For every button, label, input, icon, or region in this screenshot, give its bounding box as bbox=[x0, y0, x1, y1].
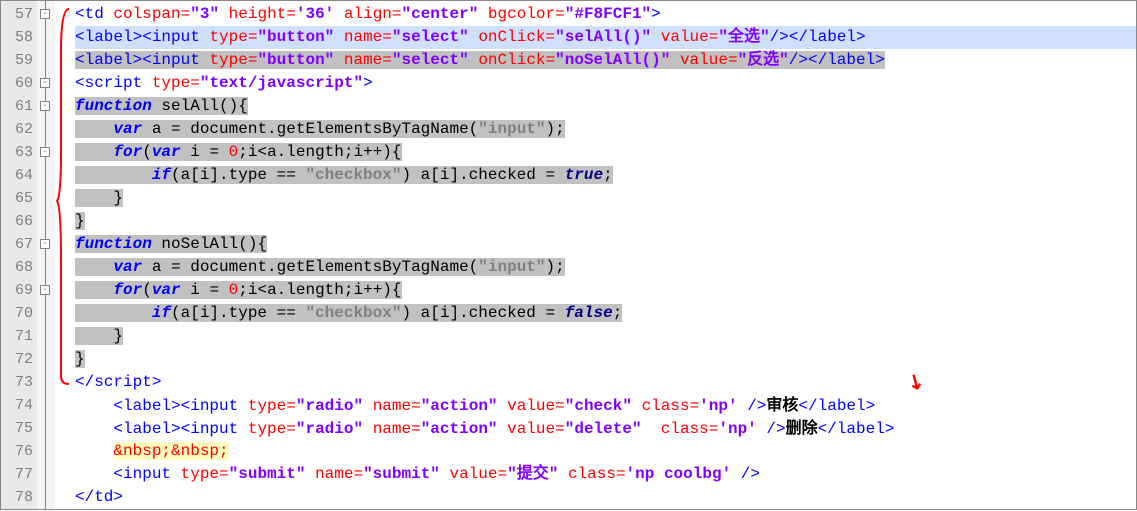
fold-toggle-icon[interactable]: - bbox=[40, 9, 50, 19]
code-line[interactable]: </script> bbox=[75, 371, 1136, 394]
code-line[interactable]: <label><input type="button" name="select… bbox=[75, 26, 1136, 49]
line-number: 72 bbox=[3, 348, 33, 371]
line-number: 65 bbox=[3, 187, 33, 210]
fold-toggle-icon[interactable]: - bbox=[40, 285, 50, 295]
code-line[interactable]: function selAll(){ bbox=[75, 95, 1136, 118]
line-number: 70 bbox=[3, 302, 33, 325]
code-line[interactable]: <script type="text/javascript"> bbox=[75, 72, 1136, 95]
line-number: 59 bbox=[3, 49, 33, 72]
line-number: 60 bbox=[3, 72, 33, 95]
code-line[interactable]: <label><input type="radio" name="action"… bbox=[75, 394, 1136, 417]
fold-toggle-icon[interactable]: - bbox=[40, 147, 50, 157]
code-line[interactable]: <td colspan="3" height='36' align="cente… bbox=[75, 3, 1136, 26]
line-number: 61 bbox=[3, 95, 33, 118]
line-number: 64 bbox=[3, 164, 33, 187]
code-editor[interactable]: 5758596061626364656667686970717273747576… bbox=[1, 1, 1136, 509]
line-number: 75 bbox=[3, 417, 33, 440]
code-line[interactable]: } bbox=[75, 325, 1136, 348]
code-line[interactable]: var a = document.getElementsByTagName("i… bbox=[75, 118, 1136, 141]
line-number: 76 bbox=[3, 440, 33, 463]
code-line[interactable]: function noSelAll(){ bbox=[75, 233, 1136, 256]
code-line[interactable]: if(a[i].type == "checkbox") a[i].checked… bbox=[75, 164, 1136, 187]
line-number: 58 bbox=[3, 26, 33, 49]
line-number: 74 bbox=[3, 394, 33, 417]
line-number: 77 bbox=[3, 463, 33, 486]
code-line[interactable]: var a = document.getElementsByTagName("i… bbox=[75, 256, 1136, 279]
line-number: 68 bbox=[3, 256, 33, 279]
line-number: 66 bbox=[3, 210, 33, 233]
line-number: 57 bbox=[3, 3, 33, 26]
code-line[interactable]: <label><input type="radio" name="action"… bbox=[75, 417, 1136, 440]
fold-toggle-icon[interactable]: - bbox=[40, 78, 50, 88]
line-number: 63 bbox=[3, 141, 33, 164]
code-line[interactable]: } bbox=[75, 210, 1136, 233]
line-number: 67 bbox=[3, 233, 33, 256]
code-line[interactable]: <input type="submit" name="submit" value… bbox=[75, 463, 1136, 486]
line-number: 62 bbox=[3, 118, 33, 141]
line-number-gutter: 5758596061626364656667686970717273747576… bbox=[1, 1, 37, 509]
code-area[interactable]: <td colspan="3" height='36' align="cente… bbox=[75, 1, 1136, 509]
code-line[interactable]: } bbox=[75, 348, 1136, 371]
fold-gutter[interactable]: - - - - - - bbox=[37, 1, 55, 509]
line-number: 71 bbox=[3, 325, 33, 348]
change-marker-gutter bbox=[55, 1, 75, 509]
code-line[interactable]: for(var i = 0;i<a.length;i++){ bbox=[75, 279, 1136, 302]
line-number: 69 bbox=[3, 279, 33, 302]
code-line[interactable]: <label><input type="button" name="select… bbox=[75, 49, 1136, 72]
code-line[interactable]: } bbox=[75, 187, 1136, 210]
code-line[interactable]: </td> bbox=[75, 486, 1136, 509]
fold-toggle-icon[interactable]: - bbox=[40, 239, 50, 249]
code-line[interactable]: &nbsp;&nbsp; bbox=[75, 440, 1136, 463]
code-line[interactable]: for(var i = 0;i<a.length;i++){ bbox=[75, 141, 1136, 164]
code-line[interactable]: if(a[i].type == "checkbox") a[i].checked… bbox=[75, 302, 1136, 325]
line-number: 73 bbox=[3, 371, 33, 394]
line-number: 78 bbox=[3, 486, 33, 509]
fold-toggle-icon[interactable]: - bbox=[40, 101, 50, 111]
